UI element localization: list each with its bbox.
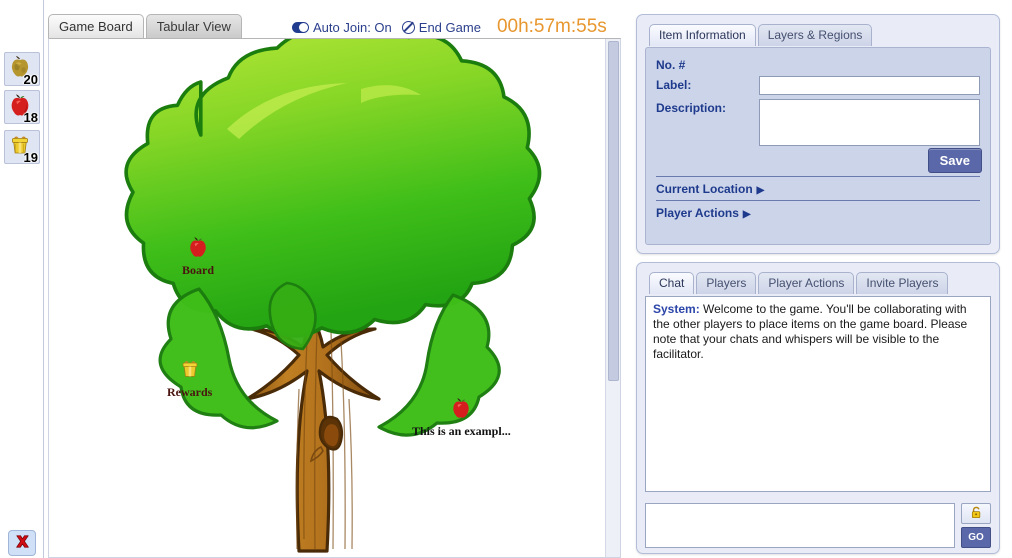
- chat-log[interactable]: System: Welcome to the game. You'll be c…: [645, 296, 991, 492]
- game-timer: 00h:57m:55s: [496, 16, 607, 37]
- game-toolbar: Auto Join: On End Game 00h:57m:55s: [292, 16, 607, 38]
- board-marker-2[interactable]: This is an exampl...: [412, 396, 511, 439]
- chat-message-text: Welcome to the game. You'll be collabora…: [653, 302, 968, 361]
- whisper-button[interactable]: [961, 503, 991, 524]
- game-application: 20 18 19 Game Board Tabular View Auto Jo…: [0, 0, 1012, 558]
- end-game-label: End Game: [418, 19, 481, 35]
- item-info-tabstrip: Item Information Layers & Regions: [649, 24, 874, 46]
- ban-icon: [401, 20, 415, 34]
- red-apple-icon: [182, 235, 214, 262]
- tab-game-board[interactable]: Game Board: [48, 14, 144, 39]
- accordion-block: Current Location ▶ Player Actions ▶: [656, 176, 980, 224]
- tab-tabular-view[interactable]: Tabular View: [145, 14, 242, 39]
- chat-input[interactable]: [645, 503, 955, 548]
- triangle-right-icon: ▶: [756, 185, 765, 196]
- board-scrollbar[interactable]: [605, 39, 620, 557]
- accordion-label: Current Location: [656, 182, 753, 196]
- tab-item-information[interactable]: Item Information: [649, 24, 756, 46]
- inventory-item-count: 18: [23, 110, 38, 125]
- number-label: No. #: [656, 58, 686, 72]
- accordion-current-location[interactable]: Current Location ▶: [656, 176, 980, 200]
- tab-chat[interactable]: Chat: [649, 272, 695, 294]
- board-marker-label: Rewards: [167, 385, 213, 399]
- description-field-label: Description:: [656, 101, 727, 115]
- accordion-player-actions[interactable]: Player Actions ▶: [656, 200, 980, 224]
- inventory-item-count: 20: [23, 72, 38, 87]
- inventory-item-1[interactable]: 18: [4, 90, 40, 124]
- board-tabstrip: Game Board Tabular View: [48, 14, 244, 39]
- item-information-panel: Item Information Layers & Regions No. # L…: [636, 14, 1000, 254]
- red-x-icon: [13, 532, 32, 554]
- inventory-item-count: 19: [23, 150, 38, 165]
- tab-layers-regions[interactable]: Layers & Regions: [757, 24, 873, 46]
- board-marker-label: This is an exampl...: [412, 424, 511, 438]
- inventory-sidebar: 20 18 19: [0, 0, 44, 558]
- tree-illustration: [124, 39, 542, 553]
- delete-item-button[interactable]: [8, 530, 36, 556]
- board-scrollbar-thumb[interactable]: [608, 41, 619, 381]
- description-input[interactable]: [759, 99, 980, 146]
- chat-tabstrip: Chat Players Player Actions Invite Players: [649, 272, 950, 294]
- board-marker-0[interactable]: Board: [182, 235, 214, 278]
- chat-message-sender: System:: [653, 302, 700, 316]
- triangle-right-icon: ▶: [742, 209, 751, 220]
- auto-join-label: Auto Join: On: [313, 19, 392, 35]
- inventory-item-0[interactable]: 20: [4, 52, 40, 86]
- description-row: Description:: [656, 99, 980, 146]
- padlock-icon: [969, 505, 984, 523]
- item-info-body: No. # Label: Description: Save Current L…: [645, 47, 991, 245]
- tab-player-actions[interactable]: Player Actions: [758, 272, 855, 294]
- gift-basket-icon: [167, 357, 212, 384]
- accordion-label: Player Actions: [656, 206, 739, 220]
- label-input[interactable]: [759, 76, 980, 95]
- chat-message: System: Welcome to the game. You'll be c…: [653, 302, 983, 362]
- toggle-on-icon: [292, 21, 309, 33]
- label-field-label: Label:: [656, 78, 692, 92]
- end-game-button[interactable]: End Game: [401, 19, 481, 35]
- number-row: No. #: [656, 56, 980, 72]
- board-marker-label: Board: [182, 263, 215, 277]
- save-button[interactable]: Save: [927, 148, 982, 173]
- board-marker-1[interactable]: Rewards: [167, 357, 212, 400]
- chat-panel: Chat Players Player Actions Invite Players …: [636, 262, 1000, 554]
- inventory-item-2[interactable]: 19: [4, 130, 40, 164]
- tab-players[interactable]: Players: [696, 272, 757, 294]
- red-apple-icon: [412, 396, 511, 423]
- label-row: Label:: [656, 76, 980, 95]
- tab-invite-players[interactable]: Invite Players: [856, 272, 949, 294]
- auto-join-toggle[interactable]: Auto Join: On: [292, 20, 392, 35]
- go-button[interactable]: GO: [961, 527, 991, 548]
- game-board-canvas[interactable]: Board Rewards This is an exampl...: [48, 38, 621, 558]
